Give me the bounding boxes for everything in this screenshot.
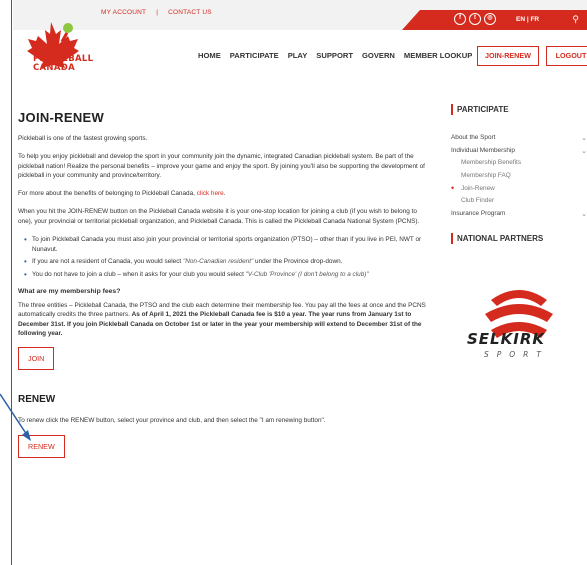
instagram-icon[interactable]: ◎ <box>484 13 496 25</box>
chevron-down-icon: ⌄ <box>581 211 587 219</box>
social-language-bar: f t ◎ EN | FR ⚲ <box>402 10 587 30</box>
system-paragraph: To help you enjoy pickleball and develop… <box>18 153 425 180</box>
renew-paragraph: To renew click the RENEW button, select … <box>18 417 326 425</box>
chevron-down-icon: ⌄ <box>581 135 587 142</box>
renew-heading: RENEW <box>18 394 56 406</box>
topbar-separator: | <box>156 9 159 16</box>
sidebar-item-about[interactable]: About the Sport ⌄ <box>451 134 587 147</box>
list-item: To join Pickleball Canada you must also … <box>24 235 428 254</box>
site-header: PICKLEBALL CANADA HOME PARTICIPATE PLAY … <box>13 22 587 82</box>
nav-home[interactable]: HOME <box>198 51 221 60</box>
sidebar-heading: PARTICIPATE <box>451 104 587 115</box>
language-switch[interactable]: EN | FR <box>516 16 539 23</box>
chevron-down-icon: ⌄ <box>581 147 587 155</box>
search-icon[interactable]: ⚲ <box>572 14 579 25</box>
partner-subname: SPORT <box>484 350 549 359</box>
page-title: JOIN-RENEW <box>18 110 105 125</box>
list-item: You do not have to join a club – when it… <box>24 270 428 280</box>
main-nav: HOME PARTICIPATE PLAY SUPPORT GOVERN MEM… <box>198 51 472 60</box>
contact-us-link[interactable]: CONTACT US <box>168 9 212 16</box>
my-account-link[interactable]: MY ACCOUNT <box>101 9 146 16</box>
sidebar-item-join-renew[interactable]: Join-Renew <box>451 183 587 198</box>
fees-paragraph: The three entities – Pickleball Canada, … <box>18 301 426 338</box>
sidebar-item-membership-benefits[interactable]: Membership Benefits <box>451 159 587 172</box>
nav-support[interactable]: SUPPORT <box>316 51 353 60</box>
nav-participate[interactable]: PARTICIPATE <box>230 51 279 60</box>
nav-play[interactable]: PLAY <box>288 51 308 60</box>
join-renew-button[interactable]: JOIN-RENEW <box>477 46 539 66</box>
facebook-icon[interactable]: f <box>454 13 466 25</box>
nav-member-lookup[interactable]: MEMBER LOOKUP <box>404 51 472 60</box>
brand-wordmark[interactable]: PICKLEBALL CANADA <box>33 55 93 73</box>
join-rules-list: To join Pickleball Canada you must also … <box>24 235 428 280</box>
main-content: JOIN-RENEW Pickleball is one of the fast… <box>18 96 428 458</box>
click-here-link[interactable]: click here <box>197 190 224 197</box>
sidebar-item-insurance[interactable]: Insurance Program ⌄ <box>451 210 587 223</box>
sidebar-item-membership-faq[interactable]: Membership FAQ <box>451 172 587 185</box>
benefits-paragraph: For more about the benefits of belonging… <box>18 190 226 198</box>
partner-name: SELKIRK <box>467 330 545 348</box>
twitter-icon[interactable]: t <box>469 13 481 25</box>
sidebar-item-individual-membership[interactable]: Individual Membership ⌄ <box>451 147 587 160</box>
logout-button[interactable]: LOGOUT <box>546 46 587 66</box>
nav-govern[interactable]: GOVERN <box>362 51 395 60</box>
sidebar: PARTICIPATE About the Sport ⌄ Individual … <box>451 104 587 359</box>
annotation-arrow <box>0 393 31 441</box>
join-button[interactable]: JOIN <box>18 347 55 371</box>
list-item: If you are not a resident of Canada, you… <box>24 257 428 267</box>
pcns-paragraph: When you hit the JOIN-RENEW button on th… <box>18 208 420 226</box>
window-left-edge <box>0 0 12 565</box>
partners-heading: NATIONAL PARTNERS <box>451 232 587 244</box>
fees-heading: What are my membership fees? <box>18 287 121 295</box>
intro-paragraph: Pickleball is one of the fastest growing… <box>18 135 148 142</box>
sidebar-item-club-finder[interactable]: Club Finder <box>451 197 587 210</box>
